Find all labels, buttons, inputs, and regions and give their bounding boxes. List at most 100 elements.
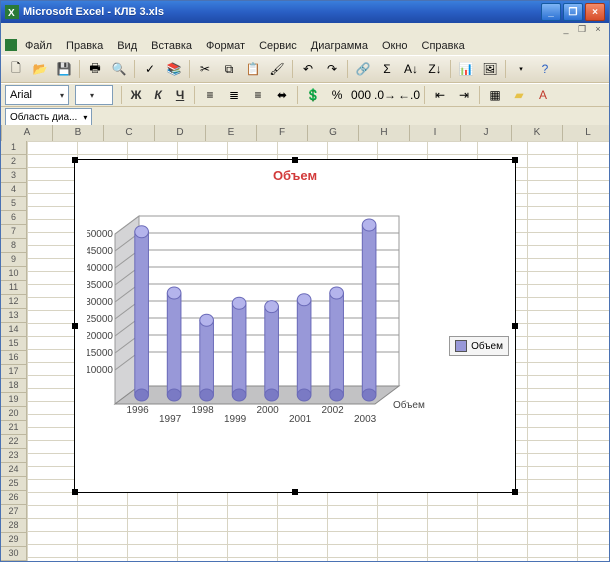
row-header[interactable]: 30 [1,547,27,561]
row-header[interactable]: 24 [1,463,27,477]
font-name-dropdown[interactable]: Arial ▾ [5,85,69,105]
row-header[interactable]: 12 [1,295,27,309]
print-icon[interactable]: 🖶 [84,58,106,80]
embedded-chart[interactable]: Объем Объем 1000015000200002500030000350… [74,159,516,493]
doc-minimize-button[interactable]: _ [559,24,573,36]
increase-decimal-icon[interactable]: .0→ [374,84,396,106]
doc-close-button[interactable]: × [591,24,605,36]
hyperlink-icon[interactable]: 🔗 [352,58,374,80]
menu-view[interactable]: Вид [111,39,143,53]
borders-icon[interactable]: ▦ [484,84,506,106]
increase-indent-icon[interactable]: ⇥ [453,84,475,106]
research-icon[interactable]: 📚 [163,58,185,80]
doc-restore-button[interactable]: ❐ [575,24,589,36]
row-header[interactable]: 8 [1,239,27,253]
fill-color-icon[interactable]: ▰ [508,84,530,106]
currency-icon[interactable]: 💲 [302,84,324,106]
name-box[interactable]: Область диа... ▾ [5,108,92,126]
col-header[interactable]: L [563,125,610,141]
chart-wizard-icon[interactable]: 📊 [455,58,477,80]
font-size-dropdown[interactable]: ▾ [75,85,113,105]
row-header[interactable]: 15 [1,337,27,351]
menu-file[interactable]: Файл [19,39,58,53]
row-header[interactable]: 10 [1,267,27,281]
font-color-icon[interactable]: A [532,84,554,106]
decrease-decimal-icon[interactable]: ←.0 [398,84,420,106]
col-header[interactable]: H [359,125,410,141]
save-icon[interactable]: 💾 [53,58,75,80]
menu-window[interactable]: Окно [376,39,414,53]
spellcheck-icon[interactable]: ✓ [139,58,161,80]
align-right-icon[interactable]: ≡ [247,84,269,106]
chart-plot-area[interactable]: 1000015000200002500030000350004000045000… [87,192,445,472]
autosum-icon[interactable]: Σ [376,58,398,80]
resize-handle[interactable] [72,323,78,329]
format-painter-icon[interactable]: 🖌 [266,58,288,80]
italic-button[interactable]: К [148,84,168,106]
row-header[interactable]: 26 [1,491,27,505]
col-header[interactable]: I [410,125,461,141]
row-header[interactable]: 19 [1,393,27,407]
resize-handle[interactable] [292,489,298,495]
menu-insert[interactable]: Вставка [145,39,198,53]
row-header[interactable]: 7 [1,225,27,239]
row-header[interactable]: 13 [1,309,27,323]
decrease-indent-icon[interactable]: ⇤ [429,84,451,106]
percent-icon[interactable]: % [326,84,348,106]
row-header[interactable]: 25 [1,477,27,491]
resize-handle[interactable] [512,323,518,329]
menu-chart[interactable]: Диаграмма [305,39,374,53]
row-header[interactable]: 17 [1,365,27,379]
row-header[interactable]: 21 [1,421,27,435]
chart-legend[interactable]: Объем [449,336,509,356]
row-header[interactable]: 22 [1,435,27,449]
row-header[interactable]: 28 [1,519,27,533]
sort-asc-icon[interactable]: A↓ [400,58,422,80]
close-button[interactable]: × [585,3,605,21]
align-left-icon[interactable]: ≡ [199,84,221,106]
row-header[interactable]: 3 [1,169,27,183]
resize-handle[interactable] [512,489,518,495]
new-doc-icon[interactable]: 🗋 [5,58,27,80]
col-header[interactable]: K [512,125,563,141]
redo-icon[interactable]: ↷ [321,58,343,80]
copy-icon[interactable]: ⧉ [218,58,240,80]
row-header[interactable]: 11 [1,281,27,295]
row-header[interactable]: 5 [1,197,27,211]
row-header[interactable]: 27 [1,505,27,519]
row-header[interactable]: 4 [1,183,27,197]
row-header[interactable]: 16 [1,351,27,365]
drawing-icon[interactable]: 🖼 [479,58,501,80]
row-header[interactable]: 2 [1,155,27,169]
row-header[interactable]: 1 [1,141,27,155]
menu-help[interactable]: Справка [416,39,471,53]
sort-desc-icon[interactable]: Z↓ [424,58,446,80]
resize-handle[interactable] [292,157,298,163]
menu-format[interactable]: Формат [200,39,251,53]
resize-handle[interactable] [72,157,78,163]
align-center-icon[interactable]: ≣ [223,84,245,106]
col-header[interactable]: B [53,125,104,141]
merge-center-icon[interactable]: ⬌ [271,84,293,106]
underline-button[interactable]: Ч [170,84,190,106]
row-header[interactable]: 29 [1,533,27,547]
col-header[interactable]: J [461,125,512,141]
print-preview-icon[interactable]: 🔍 [108,58,130,80]
menu-edit[interactable]: Правка [60,39,109,53]
resize-handle[interactable] [512,157,518,163]
row-header[interactable]: 23 [1,449,27,463]
col-header[interactable]: F [257,125,308,141]
undo-icon[interactable]: ↶ [297,58,319,80]
col-header[interactable]: D [155,125,206,141]
chart-title[interactable]: Объем [75,168,515,183]
menu-tools[interactable]: Сервис [253,39,303,53]
col-header[interactable]: C [104,125,155,141]
row-header[interactable]: 18 [1,379,27,393]
comma-icon[interactable]: 000 [350,84,372,106]
paste-icon[interactable]: 📋 [242,58,264,80]
row-header[interactable]: 14 [1,323,27,337]
row-header[interactable]: 20 [1,407,27,421]
col-header[interactable]: A [2,125,53,141]
maximize-button[interactable]: ❐ [563,3,583,21]
resize-handle[interactable] [72,489,78,495]
